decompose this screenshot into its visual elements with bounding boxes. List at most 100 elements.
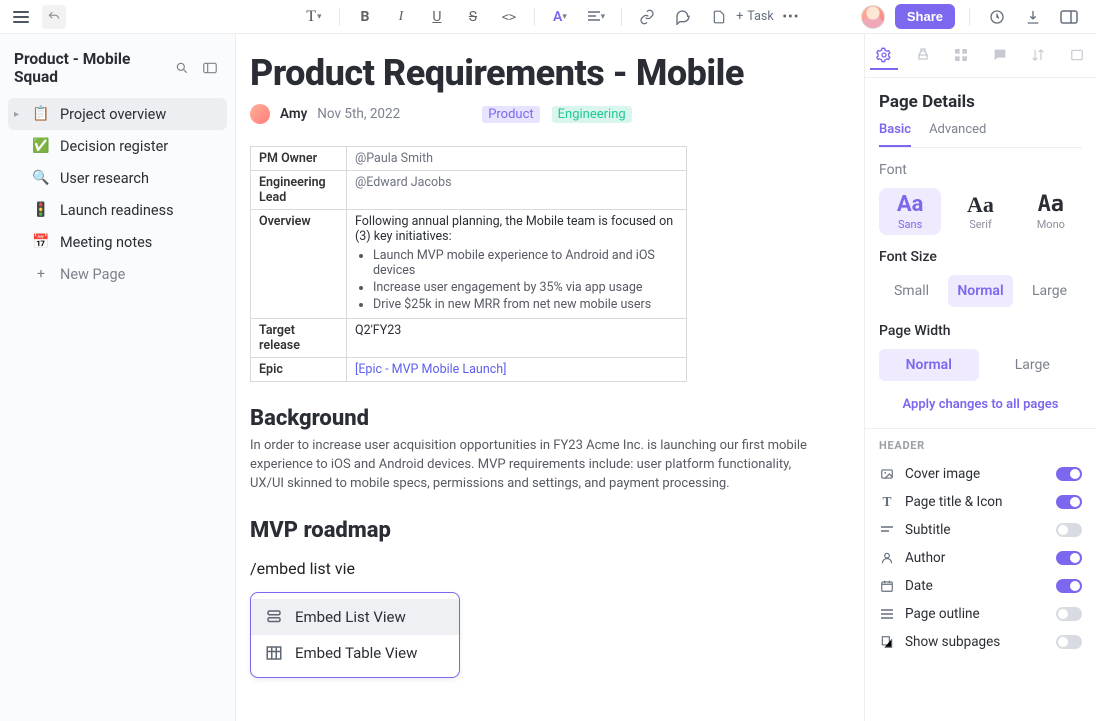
author-icon [879,551,895,565]
tab-sort[interactable] [1024,42,1052,70]
history-button[interactable] [984,4,1010,30]
toggle-switch[interactable] [1056,607,1082,621]
sidebar-item[interactable]: ✅ Decision register [8,130,227,162]
page-icon: 🚦 [32,201,50,219]
background-body[interactable]: In order to increase user acquisition op… [250,437,810,494]
overview-bullet: Drive $25k in new MRR from net new mobil… [373,297,678,312]
sidebar-search-button[interactable] [171,57,193,79]
embed-option[interactable]: Embed Table View [251,635,459,671]
sidebar: Product - Mobile Squad ▸ 📋 Project overv… [0,34,236,721]
link-button[interactable] [634,4,660,30]
new-page-button[interactable]: + New Page [8,258,227,290]
table-key: Epic [251,358,347,382]
toggle-switch[interactable] [1056,635,1082,649]
text-color-button[interactable]: A▾ [547,4,573,30]
subtab-basic[interactable]: Basic [879,122,911,147]
font-label: Font [879,162,1082,178]
sidebar-item[interactable]: 🔍 User research [8,162,227,194]
roadmap-heading[interactable]: MVP roadmap [250,518,834,543]
font-sans[interactable]: AaSans [879,188,941,235]
tag-engineering[interactable]: Engineering [552,106,632,123]
attachment-button[interactable] [706,4,732,30]
avatar[interactable] [861,5,885,29]
table-value[interactable]: @Edward Jacobs [347,171,687,210]
size-small[interactable]: Small [879,275,944,307]
plus-icon: + [736,9,743,24]
toggle-row: T Page title & Icon [879,488,1082,516]
italic-button[interactable]: I [388,4,414,30]
add-task-button[interactable]: +Task [742,4,768,30]
sidebar-item-label: User research [60,170,149,187]
chevron-down-icon: ▾ [317,12,322,22]
toggle-label: Author [905,550,945,566]
embed-option[interactable]: Embed List View [251,599,459,635]
chevron-down-icon: ▾ [601,12,606,22]
tab-relationships[interactable] [909,42,937,70]
underline-icon: U [432,9,441,25]
bold-button[interactable]: B [352,4,378,30]
panel-toggle[interactable] [1056,4,1082,30]
sidebar-item[interactable]: 📅 Meeting notes [8,226,227,258]
tag-product[interactable]: Product [482,106,539,123]
requirements-table: PM Owner@Paula Smith Engineering Lead@Ed… [250,146,687,382]
page-title[interactable]: Product Requirements - Mobile [250,52,834,94]
size-normal[interactable]: Normal [948,275,1013,307]
page-icon: 📋 [32,105,50,123]
share-button[interactable]: Share [895,4,955,29]
underline-button[interactable]: U [424,4,450,30]
code-button[interactable]: <> [496,4,522,30]
sidebar-item[interactable]: 🚦 Launch readiness [8,194,227,226]
apply-to-all-button[interactable]: Apply changes to all pages [879,397,1082,412]
background-heading[interactable]: Background [250,406,834,431]
comment-button[interactable] [670,4,696,30]
panel-tab-strip [865,34,1096,78]
sidebar-collapse-button[interactable] [199,57,221,79]
toggle-label: Page outline [905,606,980,622]
italic-icon: I [399,9,404,25]
outline-icon [879,608,895,620]
chat-icon [992,47,1008,63]
table-value[interactable]: Following annual planning, the Mobile te… [347,210,687,319]
relationship-icon [915,47,931,63]
size-large[interactable]: Large [1017,275,1082,307]
sidebar-item[interactable]: ▸ 📋 Project overview [8,98,227,130]
toggle-switch[interactable] [1056,551,1082,565]
tab-page-details[interactable] [870,42,898,70]
tab-comments[interactable] [986,42,1014,70]
image-icon [879,467,895,481]
font-serif[interactable]: AaSerif [949,188,1011,235]
menu-toggle[interactable] [8,4,34,30]
author-name: Amy [280,106,307,122]
text-style-icon: T [306,8,316,26]
topbar: T▾ B I U S <> A▾ ▾ +Task ••• Share [0,0,1096,34]
text-style-button[interactable]: T▾ [301,4,327,30]
tab-blocks[interactable] [947,42,975,70]
toggle-switch[interactable] [1056,495,1082,509]
new-page-label: New Page [60,266,125,283]
toggle-switch[interactable] [1056,579,1082,593]
tab-more[interactable] [1063,42,1091,70]
search-icon [175,61,189,75]
overview-bullet: Launch MVP mobile experience to Android … [373,248,678,278]
table-value[interactable]: @Paula Smith [347,147,687,171]
align-button[interactable]: ▾ [583,4,609,30]
toggle-switch[interactable] [1056,523,1082,537]
document-main: Product Requirements - Mobile Amy Nov 5t… [236,34,864,721]
table-value[interactable]: Q2'FY23 [347,319,687,358]
strike-button[interactable]: S [460,4,486,30]
width-large[interactable]: Large [983,349,1083,381]
width-normal[interactable]: Normal [879,349,979,381]
panel-icon [203,61,217,75]
slash-command-input[interactable]: /embed list vie [250,559,834,578]
subtab-advanced[interactable]: Advanced [929,122,986,147]
undo-button[interactable] [42,5,66,29]
image-icon [1069,48,1085,62]
blocks-icon [953,47,969,63]
more-button[interactable]: ••• [778,4,804,30]
align-icon [587,11,601,23]
epic-link[interactable]: [Epic - MVP Mobile Launch] [355,362,506,377]
font-mono[interactable]: AaMono [1020,188,1082,235]
page-meta: Amy Nov 5th, 2022 Product Engineering [250,104,834,124]
toggle-switch[interactable] [1056,467,1082,481]
import-button[interactable] [1020,4,1046,30]
